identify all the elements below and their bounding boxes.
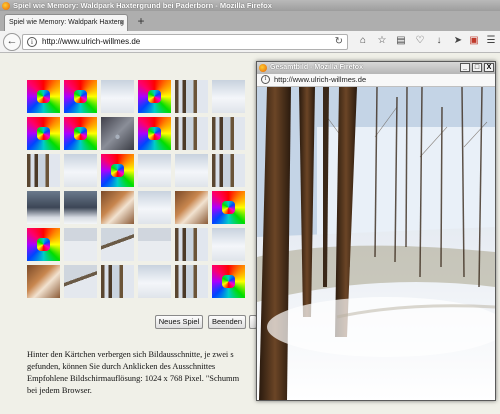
memory-card[interactable] [175, 228, 208, 261]
memory-card[interactable] [101, 265, 134, 298]
memory-card[interactable] [138, 154, 171, 187]
memory-card[interactable] [101, 80, 134, 113]
bookmark-star-icon[interactable]: ☆ [375, 34, 389, 48]
memory-card[interactable] [101, 154, 134, 187]
hamburger-menu-icon[interactable]: ☰ [484, 34, 498, 48]
tab-memory-game[interactable]: Spiel wie Memory: Waldpark Haxterg × [4, 14, 128, 31]
memory-card[interactable] [101, 117, 134, 150]
memory-card[interactable] [64, 154, 97, 187]
new-tab-button[interactable]: + [134, 14, 148, 28]
memory-card[interactable] [138, 117, 171, 150]
back-arrow-icon[interactable]: ← [3, 33, 21, 51]
memory-card[interactable] [175, 80, 208, 113]
pdf-icon[interactable]: ▣ [467, 34, 481, 48]
memory-card[interactable] [27, 154, 60, 187]
new-game-button[interactable]: Neues Spiel [155, 315, 203, 329]
memory-card[interactable] [101, 228, 134, 261]
memory-card[interactable] [64, 80, 97, 113]
memory-card[interactable] [212, 80, 245, 113]
info-icon[interactable]: i [261, 75, 270, 84]
memory-card[interactable] [27, 228, 60, 261]
forest-photo-drawing [257, 87, 495, 400]
close-tab-icon[interactable]: × [119, 15, 124, 30]
instructions-line: Hinter den Kärtchen verbergen sich Bilda… [27, 350, 234, 359]
instructions-text: Hinter den Kärtchen verbergen sich Bilda… [27, 349, 267, 397]
popup-window[interactable]: Gesamtbild - Mozilla Firefox _ □ X i htt… [256, 61, 496, 401]
popup-url-text: http://www.ulrich-willmes.de [274, 75, 367, 84]
instructions-line: gefunden, können Sie durch Anklicken des… [27, 362, 216, 371]
memory-card[interactable] [101, 191, 134, 224]
memory-card[interactable] [27, 191, 60, 224]
memory-card[interactable] [212, 265, 245, 298]
firefox-logo-icon [2, 2, 10, 10]
memory-card[interactable] [138, 80, 171, 113]
tab-bar: Spiel wie Memory: Waldpark Haxterg × + [0, 11, 500, 31]
download-icon[interactable]: ↓ [432, 34, 446, 48]
memory-card[interactable] [175, 117, 208, 150]
close-icon[interactable]: X [484, 63, 494, 72]
window-titlebar[interactable]: Spiel wie Memory: Waldpark Haxtergrund b… [0, 0, 500, 11]
info-icon[interactable]: i [27, 37, 37, 47]
memory-card[interactable] [27, 80, 60, 113]
memory-card[interactable] [212, 154, 245, 187]
memory-card[interactable] [212, 191, 245, 224]
memory-card[interactable] [138, 228, 171, 261]
popup-title: Gesamtbild - Mozilla Firefox [270, 64, 363, 71]
memory-card[interactable] [27, 117, 60, 150]
popup-titlebar[interactable]: Gesamtbild - Mozilla Firefox _ □ X [257, 62, 495, 74]
memory-card[interactable] [64, 191, 97, 224]
url-bar[interactable]: i http://www.ulrich-willmes.de ↻ [22, 34, 348, 50]
end-game-button[interactable]: Beenden [208, 315, 246, 329]
home-icon[interactable]: ⌂ [356, 34, 370, 48]
memory-card[interactable] [175, 265, 208, 298]
memory-card[interactable] [175, 191, 208, 224]
pocket-icon[interactable]: ♡ [413, 34, 427, 48]
minimize-icon[interactable]: _ [460, 63, 470, 72]
memory-card[interactable] [138, 265, 171, 298]
window-title: Spiel wie Memory: Waldpark Haxtergrund b… [13, 1, 272, 10]
memory-card[interactable] [64, 228, 97, 261]
instructions-line: bei jedem Browser. [27, 386, 92, 395]
instructions-line: Empfohlene Bildschirmauflösung: 1024 x 7… [27, 374, 240, 383]
memory-card[interactable] [212, 228, 245, 261]
popup-url-bar[interactable]: i http://www.ulrich-willmes.de [257, 74, 495, 87]
memory-card[interactable] [27, 265, 60, 298]
memory-card[interactable] [138, 191, 171, 224]
memory-card[interactable] [64, 117, 97, 150]
clipboard-icon[interactable]: ▤ [394, 34, 408, 48]
memory-card[interactable] [212, 117, 245, 150]
memory-card[interactable] [175, 154, 208, 187]
reload-icon[interactable]: ↻ [335, 35, 343, 49]
navigation-toolbar: ← i http://www.ulrich-willmes.de ↻ ⌂ ☆ ▤… [0, 31, 500, 53]
send-icon[interactable]: ➤ [451, 34, 465, 48]
memory-card[interactable] [64, 265, 97, 298]
forest-photo [257, 87, 495, 400]
url-text[interactable]: http://www.ulrich-willmes.de [42, 35, 140, 49]
firefox-logo-icon [259, 64, 267, 72]
tab-label: Spiel wie Memory: Waldpark Haxterg [9, 19, 124, 26]
maximize-icon[interactable]: □ [472, 63, 482, 72]
